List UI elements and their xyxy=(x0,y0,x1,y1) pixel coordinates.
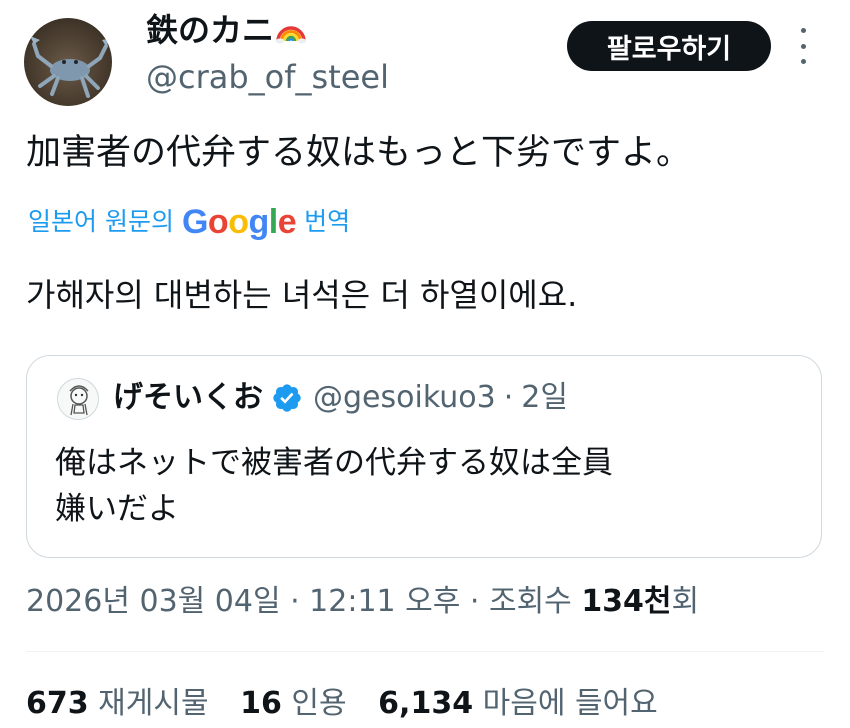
quotes-count: 16 xyxy=(240,686,282,721)
quote-author-avatar xyxy=(57,378,99,420)
quote-date: 2일 xyxy=(521,380,568,415)
quote-author-name: げそいくお xyxy=(113,380,263,415)
translate-link[interactable]: 일본어 원문의 Google 번역 xyxy=(28,198,350,246)
quote-text-line: 嫌いだよ xyxy=(55,491,179,527)
follow-button[interactable]: 팔로우하기 xyxy=(567,21,771,71)
translate-suffix: 번역 xyxy=(304,207,351,236)
quote-separator: · xyxy=(503,380,514,415)
quote-tweet-card[interactable]: げそいくお @gesoikuo3 · 2일 俺はネットで被害者の代弁する奴は全員… xyxy=(26,355,822,558)
quotes-label: 인용 xyxy=(291,686,347,721)
display-name-text: 鉄のカニ xyxy=(146,11,275,49)
translate-prefix: 일본어 원문의 xyxy=(28,207,174,236)
tweet-text: 加害者の代弁する奴はもっと下劣ですよ。 xyxy=(26,133,692,173)
verified-badge-icon xyxy=(273,384,301,412)
quote-header: げそいくお @gesoikuo3 · 2일 xyxy=(113,376,568,420)
likes-stat[interactable]: 6,134 마음에 들어요 xyxy=(378,686,658,721)
quotes-stat[interactable]: 16 인용 xyxy=(240,686,347,721)
author-display-name[interactable]: 鉄のカニ xyxy=(146,8,307,52)
quote-text-line: 俺はネットで被害者の代弁する奴は全員 xyxy=(55,445,613,481)
likes-count: 6,134 xyxy=(378,686,474,721)
reposts-count: 673 xyxy=(26,686,89,721)
reposts-label: 재게시물 xyxy=(98,686,209,721)
quote-text: 俺はネットで被害者の代弁する奴は全員 嫌いだよ xyxy=(55,440,613,532)
more-dot xyxy=(800,43,806,49)
likes-label: 마음에 들어요 xyxy=(482,686,658,721)
translated-text: 가해자의 대변하는 녀석은 더 하열이에요. xyxy=(26,276,578,314)
datetime-text: 2026년 03월 04일 · 12:11 오후 · 조회수 xyxy=(26,584,582,619)
more-dot xyxy=(800,59,806,64)
divider xyxy=(26,651,824,652)
rainbow-icon xyxy=(276,26,307,44)
author-handle[interactable]: @crab_of_steel xyxy=(146,56,389,98)
quote-author-handle: @gesoikuo3 xyxy=(313,380,496,415)
views-suffix: 회 xyxy=(671,584,700,619)
views-count: 134천 xyxy=(581,584,672,619)
tweet-timestamp: 2026년 03월 04일 · 12:11 오후 · 조회수 134천회 xyxy=(26,580,699,624)
more-icon[interactable] xyxy=(795,28,811,64)
google-logo: Google xyxy=(181,203,297,241)
reposts-stat[interactable]: 673 재게시물 xyxy=(26,686,209,721)
more-dot xyxy=(800,28,806,33)
engagement-stats: 673 재게시물 16 인용 6,134 마음에 들어요 xyxy=(26,682,680,726)
author-avatar[interactable] xyxy=(24,18,112,106)
